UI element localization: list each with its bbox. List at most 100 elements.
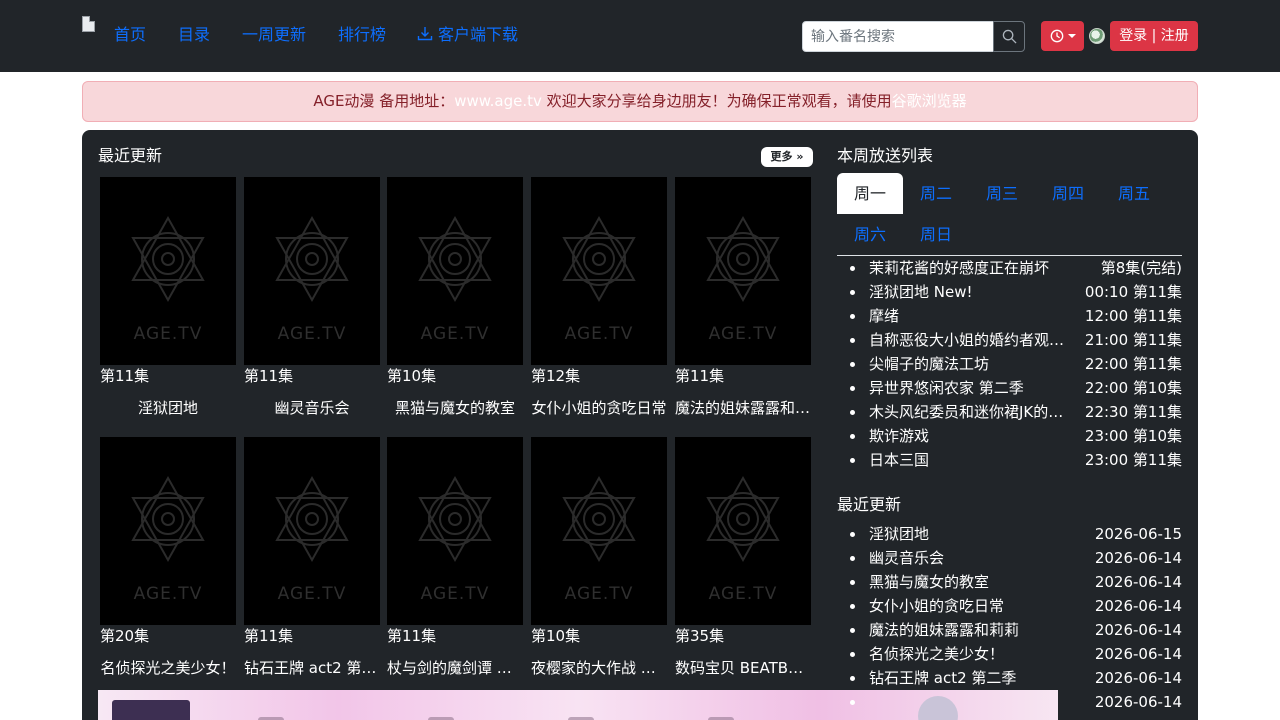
history-dropdown-button[interactable] (1041, 21, 1084, 51)
recent-item[interactable]: 黑猫与魔女的教室 2026-06-14 (837, 570, 1182, 594)
anime-title-link[interactable]: 女仆小姐的贪吃日常 (531, 397, 667, 419)
episode-label: 第20集 (100, 627, 150, 645)
anime-poster[interactable]: AGE.TV (531, 177, 667, 365)
tab-monday[interactable]: 周一 (837, 173, 903, 214)
anime-poster[interactable]: AGE.TV (675, 437, 811, 625)
recent-list-title: 最近更新 (837, 495, 902, 514)
episode-label: 第11集 (244, 627, 294, 645)
nav-weekly-update[interactable]: 一周更新 (242, 24, 306, 46)
recent-item[interactable]: 钻石王牌 act2 第二季 2026-06-14 (837, 666, 1182, 690)
schedule-title-link[interactable]: 欺诈游戏 (869, 424, 929, 448)
recent-title-link[interactable]: 黑猫与魔女的教室 (869, 570, 989, 594)
poster-watermark: AGE.TV (133, 324, 203, 344)
schedule-item[interactable]: 自称恶役大小姐的婚约者观察记录 21:00 第11集 (837, 328, 1182, 352)
anime-poster[interactable]: AGE.TV (387, 177, 523, 365)
age-emblem-icon (706, 475, 780, 563)
recent-item[interactable]: 名侦探光之美少女！ 2026-06-14 (837, 642, 1182, 666)
tab-thursday[interactable]: 周四 (1035, 173, 1101, 214)
schedule-item[interactable]: 尖帽子的魔法工坊 22:00 第11集 (837, 352, 1182, 376)
more-button[interactable]: 更多 » (761, 147, 813, 167)
schedule-title-link[interactable]: 尖帽子的魔法工坊 (869, 352, 989, 376)
anime-title-link[interactable]: 钻石王牌 act2 第二季 (244, 657, 380, 679)
weekday-tabs: 周一 周二 周三 周四 周五 周六 周日 (837, 173, 1182, 256)
age-emblem-icon (275, 215, 349, 303)
notice-alert: AGE动漫 备用地址：www.age.tv 欢迎大家分享给身边朋友！为确保正常观… (82, 81, 1198, 122)
search-input[interactable] (802, 21, 994, 52)
anime-title-link[interactable]: 杖与剑的魔剑谭 第二季 (387, 657, 523, 679)
recent-item[interactable]: 魔法的姐妹露露和莉莉 2026-06-14 (837, 618, 1182, 642)
recent-date: 2026-06-14 (1094, 573, 1182, 591)
chevron-down-icon (1068, 34, 1076, 38)
schedule-title-link[interactable]: 淫狱团地 New! (869, 280, 973, 304)
age-emblem-icon (275, 475, 349, 563)
schedule-item[interactable]: 茉莉花酱的好感度正在崩坏 第8集(完结) (837, 256, 1182, 280)
age-emblem-icon (562, 215, 636, 303)
tab-sunday[interactable]: 周日 (903, 214, 969, 255)
tab-tuesday[interactable]: 周二 (903, 173, 969, 214)
age-emblem-icon (418, 475, 492, 563)
schedule-item[interactable]: 异世界悠闲农家 第二季 22:00 第10集 (837, 376, 1182, 400)
anime-poster[interactable]: AGE.TV (100, 437, 236, 625)
schedule-item[interactable]: 摩绪 12:00 第11集 (837, 304, 1182, 328)
anime-title-link[interactable]: 幽灵音乐会 (244, 397, 380, 419)
anime-title-link[interactable]: 名侦探光之美少女！ (100, 657, 236, 679)
nav-client-download[interactable]: 客户端下载 (417, 24, 518, 46)
nav-catalog[interactable]: 目录 (178, 24, 210, 46)
anime-poster[interactable]: AGE.TV (244, 177, 380, 365)
recent-item[interactable]: 幽灵音乐会 2026-06-14 (837, 546, 1182, 570)
login-register-button[interactable]: 登录 | 注册 (1110, 21, 1198, 51)
schedule-title-link[interactable]: 自称恶役大小姐的婚约者观察记录 (869, 328, 1077, 352)
anime-title-link[interactable]: 夜樱家的大作战 第二季 (531, 657, 667, 679)
anime-title-link[interactable]: 数码宝贝 BEATBREAK (675, 657, 811, 679)
age-emblem-icon (562, 475, 636, 563)
anime-title-link[interactable]: 魔法的姐妹露露和莉莉 (675, 397, 811, 419)
anime-title-link[interactable]: 黑猫与魔女的教室 (387, 397, 523, 419)
recent-title-link[interactable]: 魔法的姐妹露露和莉莉 (869, 618, 1019, 642)
schedule-item[interactable]: 木头风纪委员和迷你裙JK的故事 22:30 第11集 (837, 400, 1182, 424)
schedule-time-episode: 23:00 第10集 (1084, 427, 1182, 445)
anime-poster[interactable]: AGE.TV (387, 437, 523, 625)
recent-date: 2026-06-14 (1094, 669, 1182, 687)
nav-home[interactable]: 首页 (114, 24, 146, 46)
tab-wednesday[interactable]: 周三 (969, 173, 1035, 214)
recent-title-link[interactable]: 名侦探光之美少女！ (869, 642, 1004, 666)
anime-poster[interactable]: AGE.TV (100, 177, 236, 365)
tab-saturday[interactable]: 周六 (837, 214, 903, 255)
recent-updates-title: 最近更新 (98, 146, 163, 165)
poster-watermark: AGE.TV (564, 324, 634, 344)
episode-label: 第11集 (675, 367, 725, 385)
avatar[interactable] (1089, 28, 1105, 44)
recent-item[interactable]: 2026-06-14 (837, 690, 1182, 714)
recent-title-link[interactable]: 钻石王牌 act2 第二季 (869, 666, 1016, 690)
broken-image-icon (82, 16, 95, 32)
tab-friday[interactable]: 周五 (1101, 173, 1167, 214)
anime-poster[interactable]: AGE.TV (244, 437, 380, 625)
recent-title-link[interactable]: 淫狱团地 (869, 522, 929, 546)
schedule-item[interactable]: 淫狱团地 New! 00:10 第11集 (837, 280, 1182, 304)
anime-poster[interactable]: AGE.TV (675, 177, 811, 365)
recent-title-link[interactable]: 幽灵音乐会 (869, 546, 944, 570)
site-logo[interactable] (82, 16, 102, 36)
recent-title-link[interactable]: 女仆小姐的贪吃日常 (869, 594, 1004, 618)
schedule-item[interactable]: 欺诈游戏 23:00 第10集 (837, 424, 1182, 448)
schedule-item[interactable]: 日本三国 23:00 第11集 (837, 448, 1182, 472)
schedule-title-link[interactable]: 日本三国 (869, 448, 929, 472)
schedule-title-link[interactable]: 异世界悠闲农家 第二季 (869, 376, 1024, 400)
schedule-title-link[interactable]: 木头风纪委员和迷你裙JK的故事 (869, 400, 1077, 424)
main-panel: 最近更新 更多 » AGE.TV 第11集 淫狱团地 AGE.TV 第11集 幽灵音乐会 A… (82, 130, 1198, 720)
schedule-time-episode: 22:00 第11集 (1084, 355, 1182, 373)
schedule-time-episode: 12:00 第11集 (1084, 307, 1182, 325)
recent-item[interactable]: 女仆小姐的贪吃日常 2026-06-14 (837, 594, 1182, 618)
anime-poster[interactable]: AGE.TV (531, 437, 667, 625)
nav-ranking[interactable]: 排行榜 (338, 24, 386, 46)
schedule-title-link[interactable]: 摩绪 (869, 304, 899, 328)
schedule-title-link[interactable]: 茉莉花酱的好感度正在崩坏 (869, 256, 1049, 280)
anime-title-link[interactable]: 淫狱团地 (100, 397, 236, 419)
chrome-browser-link[interactable]: 谷歌浏览器 (892, 92, 967, 110)
schedule-time-episode: 22:00 第10集 (1084, 379, 1182, 397)
backup-domain-link[interactable]: www.age.tv (454, 92, 542, 110)
episode-label: 第11集 (387, 627, 437, 645)
search-button[interactable] (993, 21, 1025, 52)
recent-item[interactable]: 淫狱团地 2026-06-15 (837, 522, 1182, 546)
age-emblem-icon (131, 475, 205, 563)
